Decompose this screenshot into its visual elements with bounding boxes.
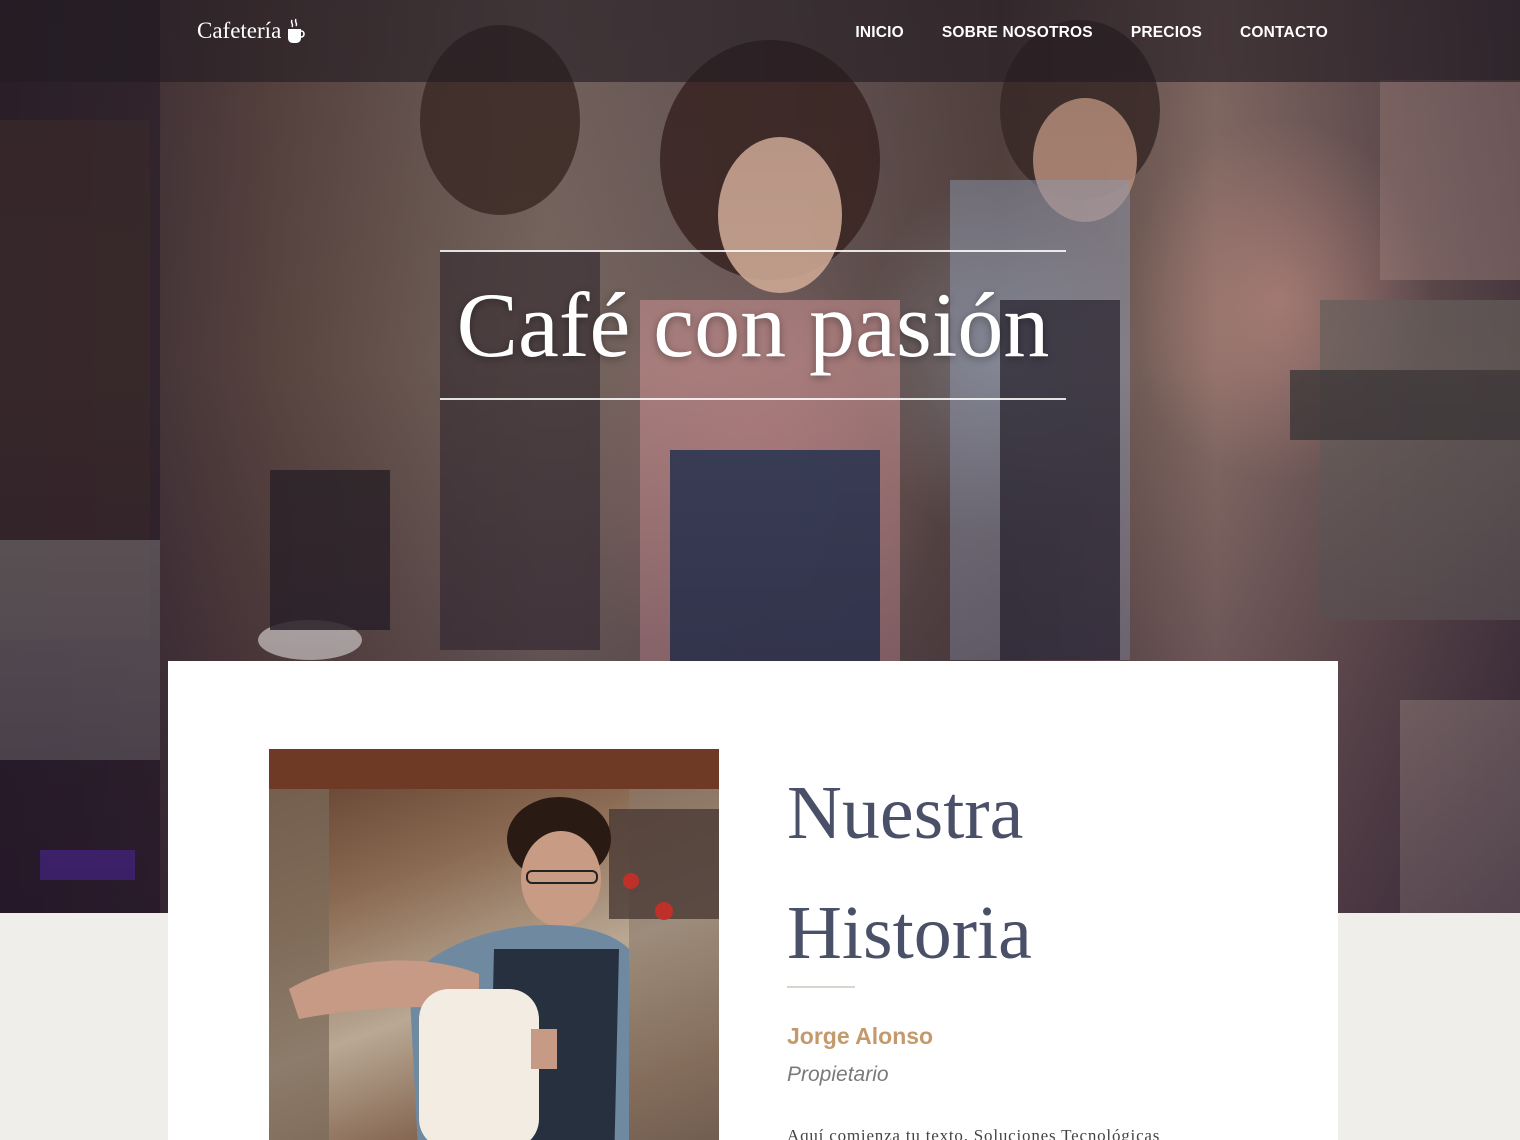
barista-photo <box>269 749 719 1140</box>
brand-name: Cafetería <box>197 18 282 43</box>
nav-link-inicio[interactable]: INICIO <box>855 24 904 42</box>
history-title: Nuestra Historia <box>787 771 1032 975</box>
nav-link-contacto[interactable]: CONTACTO <box>1240 24 1328 42</box>
owner-role: Propietario <box>787 1063 889 1086</box>
nav-links: INICIO SOBRE NOSOTROS PRECIOS CONTACTO <box>855 24 1328 42</box>
nav-link-precios[interactable]: PRECIOS <box>1131 24 1202 42</box>
page: Café con pasión Cafetería INICIO SOBRE N… <box>0 0 1520 1140</box>
hero-title-frame: Café con pasión <box>440 250 1066 400</box>
brand-logo[interactable]: Cafetería <box>197 18 306 44</box>
navbar: Cafetería INICIO SOBRE NOSOTROS PRECIOS … <box>0 0 1520 82</box>
about-card: Nuestra Historia Jorge Alonso Propietari… <box>168 661 1338 1140</box>
hero-title: Café con pasión <box>456 274 1050 376</box>
coffee-cup-icon <box>287 18 306 44</box>
nav-link-sobre-nosotros[interactable]: SOBRE NOSOTROS <box>942 24 1093 42</box>
about-body-text: Aquí comienza tu texto. Soluciones Tecno… <box>787 1126 1161 1140</box>
title-divider <box>787 986 855 988</box>
owner-name: Jorge Alonso <box>787 1023 934 1049</box>
